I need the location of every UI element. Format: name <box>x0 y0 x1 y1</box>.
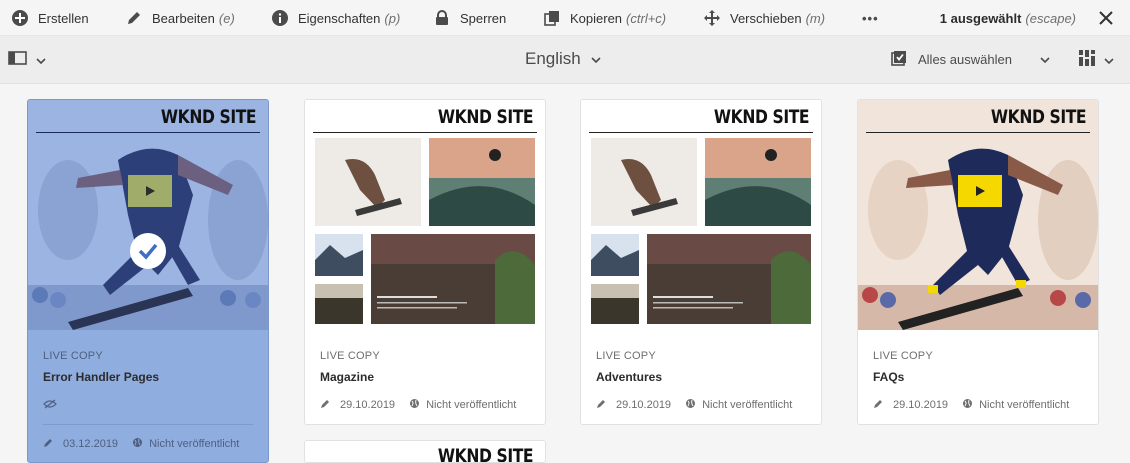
edit-button[interactable]: Bearbeiten (e) <box>124 0 235 36</box>
edit-shortcut: (e) <box>218 10 235 26</box>
select-all-button[interactable]: Alles auswählen <box>890 49 1050 70</box>
language-label: English <box>525 49 581 68</box>
lock-label: Sperren <box>460 10 507 26</box>
move-button[interactable]: Verschieben (m) <box>702 0 825 36</box>
card-divider <box>43 424 253 425</box>
copy-shortcut: (ctrl+c) <box>626 10 667 26</box>
pencil-icon <box>124 8 144 28</box>
properties-shortcut: (p) <box>384 10 401 26</box>
chevron-down-icon <box>591 49 601 69</box>
modified-date: 03.12.2019 <box>63 438 119 450</box>
modified-date: 29.10.2019 <box>893 399 949 411</box>
pencil-icon <box>320 399 330 412</box>
play-icon <box>128 175 172 207</box>
action-bar: Erstellen Bearbeiten (e) Eigenschaften (… <box>0 0 1130 36</box>
page-card-partial[interactable]: WKND SITE <box>304 440 546 463</box>
edit-label: Bearbeiten <box>152 10 215 26</box>
properties-label: Eigenschaften <box>298 10 381 26</box>
pencil-icon <box>596 399 606 412</box>
page-card-adventures[interactable]: WKND SITE LIVE COPY Adventures 29.10.201… <box>580 99 822 425</box>
skater-image <box>28 100 268 330</box>
globe-icon <box>409 398 420 412</box>
card-brand-title: WKND SITE <box>437 445 534 463</box>
card-thumbnail: WKND SITE <box>28 100 268 330</box>
modified-date: 29.10.2019 <box>616 399 672 411</box>
chevron-down-icon <box>1104 52 1114 70</box>
view-switcher[interactable] <box>1078 49 1114 72</box>
card-brand-title: WKND SITE <box>990 106 1087 128</box>
card-kind: LIVE COPY <box>320 350 380 362</box>
hidden-eye-icon <box>43 396 253 414</box>
copy-icon <box>542 8 562 28</box>
brand-divider <box>866 132 1090 133</box>
globe-icon <box>685 398 696 412</box>
copy-button[interactable]: Kopieren (ctrl+c) <box>542 0 666 36</box>
card-meta: LIVE COPY Adventures 29.10.2019 Nicht ve… <box>581 330 821 412</box>
select-all-icon <box>890 49 908 70</box>
card-title: Magazine <box>320 370 375 384</box>
create-label: Erstellen <box>38 10 89 26</box>
more-icon: ••• <box>862 10 879 26</box>
chevron-down-icon <box>36 52 46 70</box>
brand-divider <box>36 132 260 133</box>
select-all-label: Alles auswählen <box>918 52 1012 67</box>
card-info: 29.10.2019 Nicht veröffentlicht <box>873 398 1083 412</box>
pencil-icon <box>873 399 883 412</box>
selected-shortcut: (escape) <box>1025 10 1076 26</box>
publish-status: Nicht veröffentlicht <box>426 399 517 411</box>
move-shortcut: (m) <box>805 10 826 26</box>
publish-status: Nicht veröffentlicht <box>149 438 240 450</box>
card-title: Adventures <box>596 370 663 384</box>
move-label: Verschieben <box>730 10 802 26</box>
card-info: 29.10.2019 Nicht veröffentlicht <box>596 398 806 412</box>
publish-status: Nicht veröffentlicht <box>702 399 793 411</box>
card-meta: LIVE COPY Magazine 29.10.2019 Nicht verö… <box>305 330 545 412</box>
card-kind: LIVE COPY <box>596 350 656 362</box>
selection-count: 1 ausgewählt (escape) <box>940 0 1076 36</box>
info-icon <box>270 8 290 28</box>
selected-check-icon[interactable] <box>130 233 166 269</box>
card-thumbnail: WKND SITE <box>581 100 821 330</box>
rail-toggle-button[interactable] <box>8 50 46 71</box>
globe-icon <box>132 437 143 451</box>
chevron-down-icon <box>1040 52 1050 67</box>
card-kind: LIVE COPY <box>873 350 933 362</box>
card-brand-title: WKND SITE <box>160 106 257 128</box>
card-title: FAQs <box>873 370 905 384</box>
card-thumbnail: WKND SITE <box>858 100 1098 330</box>
add-circle-icon <box>10 8 30 28</box>
properties-button[interactable]: Eigenschaften (p) <box>270 0 400 36</box>
page-card-magazine[interactable]: WKND SITE LIVE COPY Magazine 29.10.2019 … <box>304 99 546 425</box>
play-icon <box>958 175 1002 207</box>
card-info: 29.10.2019 Nicht veröffentlicht <box>320 398 530 412</box>
modified-date: 29.10.2019 <box>340 399 396 411</box>
create-button[interactable]: Erstellen <box>10 0 89 36</box>
lock-icon <box>432 8 452 28</box>
card-kind: LIVE COPY <box>43 350 103 362</box>
publish-status: Nicht veröffentlicht <box>979 399 1070 411</box>
close-selection-icon[interactable] <box>1096 8 1116 28</box>
page-card-error-handler[interactable]: WKND SITE LIVE COPY Error Handler Pages … <box>27 99 269 463</box>
card-thumbnail: WKND SITE <box>305 441 545 463</box>
lock-button[interactable]: Sperren <box>432 0 506 36</box>
sidebar-icon <box>8 50 28 71</box>
globe-icon <box>962 398 973 412</box>
page-card-faqs[interactable]: WKND SITE LIVE COPY FAQs 29.10.2019 Nich… <box>857 99 1099 425</box>
adventures-collage-image <box>591 138 811 324</box>
magazine-collage-image <box>315 138 535 324</box>
card-thumbnail: WKND SITE <box>305 100 545 330</box>
language-selector[interactable]: English <box>525 49 601 69</box>
card-title: Error Handler Pages <box>43 370 160 384</box>
card-meta: LIVE COPY FAQs 29.10.2019 Nicht veröffen… <box>858 330 1098 412</box>
pencil-icon <box>43 438 53 451</box>
copy-label: Kopieren <box>570 10 623 26</box>
card-meta: LIVE COPY Error Handler Pages 03.12.2019… <box>28 330 268 451</box>
content-toolbar: English Alles auswählen <box>0 36 1130 84</box>
card-info: 03.12.2019 Nicht veröffentlicht <box>43 437 253 451</box>
skater-image <box>858 100 1098 330</box>
more-actions-button[interactable]: ••• <box>862 0 879 36</box>
move-arrows-icon <box>702 8 722 28</box>
card-view-icon <box>1078 49 1096 72</box>
selected-label: 1 ausgewählt <box>939 10 1022 26</box>
